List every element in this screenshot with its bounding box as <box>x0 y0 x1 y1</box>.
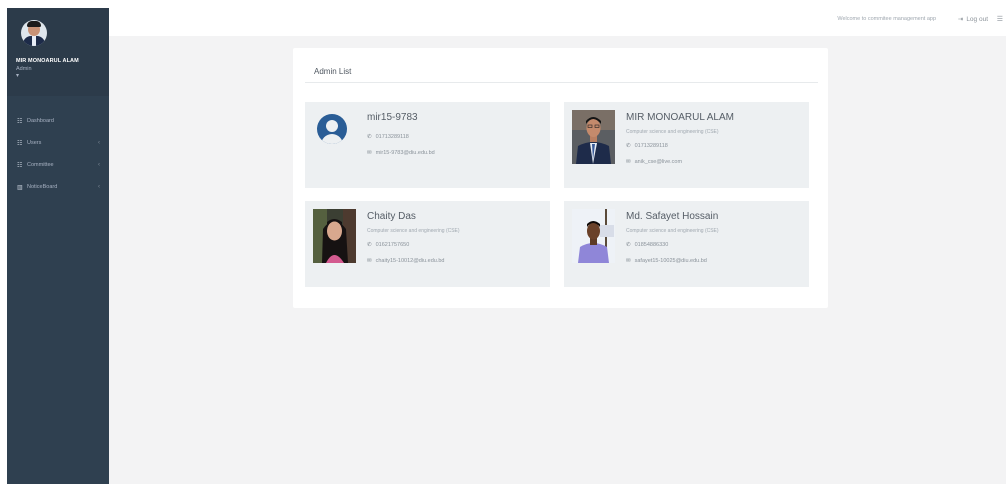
phone-icon: ✆ <box>626 143 631 149</box>
chevron-left-icon: ‹ <box>98 162 100 168</box>
sidebar: MIR MONOARUL ALAM Admin ▾ ☷ Dashboard ☷ … <box>7 8 109 484</box>
admin-name: mir15-9783 <box>367 112 418 123</box>
main-content: Admin List mir15-9783 ✆ 01713289118 ✉ mi… <box>109 36 1006 484</box>
top-bar: Welcome to commitee management app ⇥ Log… <box>109 8 1006 36</box>
phone-icon: ✆ <box>626 242 631 248</box>
logout-label: Log out <box>966 15 988 23</box>
mail-icon: ✉ <box>626 258 631 264</box>
panel-title: Admin List <box>314 67 352 76</box>
admin-phone: ✆ 01713289118 <box>626 143 668 149</box>
admin-department: Computer science and engineering (CSE) <box>626 129 719 135</box>
admin-card[interactable]: MIR MONOARUL ALAM Computer science and e… <box>564 102 809 188</box>
chevron-left-icon: ‹ <box>98 184 100 190</box>
sidebar-item-label: Users <box>27 140 42 146</box>
committee-icon: ☷ <box>17 162 23 169</box>
chart-icon: ▥ <box>17 184 23 191</box>
admin-card[interactable]: Md. Safayet Hossain Computer science and… <box>564 201 809 287</box>
admin-phone: ✆ 01621757650 <box>367 242 410 248</box>
sidebar-item-label: NoticeBoard <box>27 184 58 190</box>
chevron-left-icon: ‹ <box>98 140 100 146</box>
sidebar-item-label: Committee <box>27 162 54 168</box>
mail-icon: ✉ <box>367 150 372 156</box>
admin-name: Md. Safayet Hossain <box>626 211 719 222</box>
admin-photo <box>572 110 615 164</box>
admin-photo <box>313 209 356 263</box>
sidebar-profile: MIR MONOARUL ALAM Admin ▾ <box>7 8 109 96</box>
mail-icon: ✉ <box>367 258 372 264</box>
sidebar-item-label: Dashboard <box>27 118 54 124</box>
admin-list-panel: Admin List mir15-9783 ✆ 01713289118 ✉ mi… <box>293 48 828 308</box>
admin-department: Computer science and engineering (CSE) <box>367 228 460 234</box>
menu-icon[interactable]: ☰ <box>997 15 1003 23</box>
admin-department: Computer science and engineering (CSE) <box>626 228 719 234</box>
admin-email[interactable]: ✉ safayet15-10025@diu.edu.bd <box>626 258 707 264</box>
logout-button[interactable]: ⇥ Log out <box>957 15 988 24</box>
sidebar-item-committee[interactable]: ☷ Committee ‹ <box>7 154 109 176</box>
users-icon: ☷ <box>17 140 23 147</box>
admin-email[interactable]: ✉ chaity15-10012@diu.edu.bd <box>367 258 445 264</box>
admin-photo <box>572 209 615 263</box>
admin-name: MIR MONOARUL ALAM <box>626 112 734 123</box>
sign-out-icon: ⇥ <box>957 16 964 23</box>
profile-role: Admin <box>16 66 32 72</box>
sidebar-item-noticeboard[interactable]: ▥ NoticeBoard ‹ <box>7 176 109 198</box>
welcome-message: Welcome to commitee management app <box>837 16 936 22</box>
admin-name: Chaity Das <box>367 211 416 222</box>
phone-icon: ✆ <box>367 242 372 248</box>
admin-card[interactable]: mir15-9783 ✆ 01713289118 ✉ mir15-9783@di… <box>305 102 550 188</box>
profile-name[interactable]: MIR MONOARUL ALAM <box>16 58 109 64</box>
mail-icon: ✉ <box>626 159 631 165</box>
admin-email[interactable]: ✉ anik_cse@live.com <box>626 159 682 165</box>
avatar[interactable] <box>21 20 47 46</box>
divider <box>305 82 818 83</box>
sidebar-nav: ☷ Dashboard ☷ Users ‹ ☷ Committee ‹ ▥ No… <box>7 110 109 198</box>
admin-email[interactable]: ✉ mir15-9783@diu.edu.bd <box>367 150 435 156</box>
grid-icon: ☷ <box>17 118 23 125</box>
sidebar-item-users[interactable]: ☷ Users ‹ <box>7 132 109 154</box>
default-avatar-icon <box>317 114 347 144</box>
sidebar-item-dashboard[interactable]: ☷ Dashboard <box>7 110 109 132</box>
admin-phone: ✆ 01854886330 <box>626 242 669 248</box>
admin-card[interactable]: Chaity Das Computer science and engineer… <box>305 201 550 287</box>
admin-phone: ✆ 01713289118 <box>367 134 409 140</box>
phone-icon: ✆ <box>367 134 372 140</box>
profile-dropdown-caret[interactable]: ▾ <box>16 73 109 79</box>
